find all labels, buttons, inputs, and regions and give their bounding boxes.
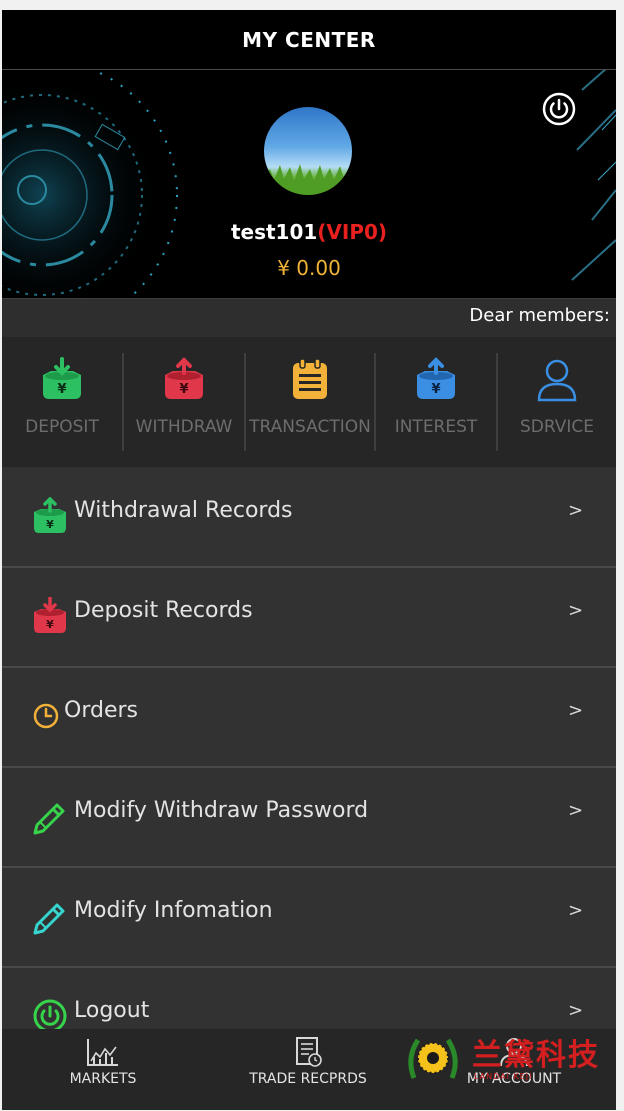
vip-badge: (VIP0)	[317, 220, 388, 244]
menu-label: Modify Withdraw Password	[74, 798, 369, 823]
quick-label: WITHDRAW	[135, 417, 233, 437]
chevron-right-icon: >	[568, 500, 584, 521]
profile-banner: test101(VIP0) ¥ 0.00	[2, 70, 616, 298]
quick-label: SDRVICE	[519, 417, 595, 437]
menu-modify-withdraw-password[interactable]: Modify Withdraw Password >	[2, 768, 616, 868]
quick-deposit[interactable]: ¥ DEPOSIT	[2, 337, 122, 467]
chevron-right-icon: >	[568, 800, 584, 821]
chevron-right-icon: >	[568, 700, 584, 721]
withdraw-icon: ¥	[34, 497, 66, 533]
quick-transaction[interactable]: TRANSACTION	[246, 337, 374, 467]
transaction-icon	[293, 358, 327, 399]
watermark: 兰黛科技 LANDAI KEJI	[402, 1028, 612, 1088]
watermark-subtext: LANDAI KEJI	[474, 1072, 533, 1081]
pencil-icon	[33, 803, 65, 835]
grass-decoration	[264, 164, 352, 195]
avatar[interactable]	[264, 107, 352, 195]
laurel-logo	[408, 1038, 458, 1079]
pencil-icon	[33, 903, 65, 935]
withdraw-icon: ¥	[165, 357, 203, 399]
menu-label: Deposit Records	[74, 598, 253, 623]
svg-text:¥: ¥	[46, 618, 54, 631]
quick-interest[interactable]: ¥ INTEREST	[376, 337, 496, 467]
menu-label: Logout	[74, 998, 150, 1023]
username: test101	[230, 220, 318, 244]
tab-trade-records[interactable]: TRADE RECPRDS	[238, 1029, 378, 1110]
clock-icon	[33, 703, 59, 729]
quick-label: TRANSACTION	[249, 417, 371, 437]
quick-label: DEPOSIT	[25, 417, 99, 437]
menu-label: Orders	[64, 698, 138, 723]
menu-label: Modify Infomation	[74, 898, 273, 923]
tab-label: TRADE RECPRDS	[249, 1071, 367, 1087]
chevron-right-icon: >	[568, 600, 584, 621]
menu-withdrawal-records[interactable]: ¥ Withdrawal Records >	[2, 468, 616, 568]
power-icon[interactable]	[542, 92, 576, 126]
interest-icon: ¥	[417, 357, 455, 399]
tab-markets[interactable]: MARKETS	[42, 1029, 164, 1110]
quick-actions: ¥ DEPOSIT ¥ WITHDRAW TRANSACTION ¥ INTER…	[2, 337, 616, 467]
quick-label: INTEREST	[394, 417, 478, 437]
chevron-right-icon: >	[568, 1000, 584, 1021]
user-icon	[537, 359, 577, 402]
tab-label: MARKETS	[69, 1071, 137, 1087]
chart-icon	[87, 1039, 118, 1066]
svg-text:¥: ¥	[57, 382, 66, 397]
notice-text: Dear members:	[469, 305, 610, 326]
svg-text:¥: ¥	[46, 518, 54, 531]
chevron-right-icon: >	[568, 900, 584, 921]
quick-service[interactable]: SDRVICE	[498, 337, 616, 467]
menu-deposit-records[interactable]: ¥ Deposit Records >	[2, 568, 616, 668]
svg-text:¥: ¥	[431, 382, 440, 397]
menu-list: ¥ Withdrawal Records > ¥ Deposit Records…	[2, 468, 616, 1066]
deposit-icon: ¥	[43, 357, 81, 399]
deposit-icon: ¥	[34, 597, 66, 633]
document-icon	[296, 1037, 322, 1067]
user-line: test101(VIP0)	[2, 220, 616, 244]
menu-modify-information[interactable]: Modify Infomation >	[2, 868, 616, 968]
page-title: MY CENTER	[242, 27, 376, 52]
quick-withdraw[interactable]: ¥ WITHDRAW	[124, 337, 244, 467]
menu-label: Withdrawal Records	[74, 498, 293, 523]
phone-screen: MY CENTER test101(VIP0) ¥ 0.00 Dear memb…	[2, 10, 616, 1110]
watermark-text: 兰黛科技	[472, 1038, 600, 1073]
header-bar: MY CENTER	[2, 10, 616, 70]
balance: ¥ 0.00	[277, 256, 341, 280]
notice-marquee: Dear members:	[2, 298, 616, 337]
svg-text:¥: ¥	[179, 382, 188, 397]
menu-orders[interactable]: Orders >	[2, 668, 616, 768]
